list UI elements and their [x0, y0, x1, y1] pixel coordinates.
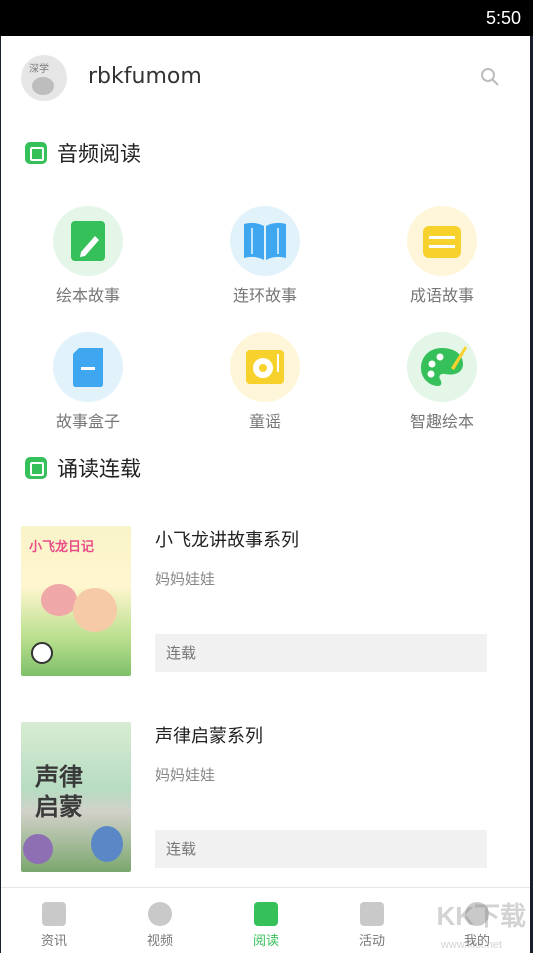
watermark: KK下载: [436, 901, 526, 931]
tab-news[interactable]: 资讯: [1, 888, 107, 953]
story-box-icon: [53, 332, 123, 402]
cover-title: 小飞龙日记: [29, 540, 95, 555]
audio-item-label: 连环故事: [232, 286, 297, 305]
avatar-text: 深学: [29, 64, 49, 75]
palette-icon: [407, 332, 477, 402]
serial-section-icon: [25, 457, 47, 479]
audio-section-icon: [25, 142, 47, 164]
activity-icon: [360, 902, 384, 926]
audio-item-label: 故事盒子: [55, 412, 120, 431]
status-badge: 连载: [155, 634, 487, 672]
open-book-icon: [230, 206, 300, 276]
serial-section-title: 诵读连载: [25, 453, 141, 483]
item-author: 妈妈娃娃: [155, 766, 216, 784]
status-bar: 5:50: [0, 0, 533, 36]
cover-figure: [23, 834, 53, 864]
header: 深学 rbkfumom: [1, 36, 530, 118]
tab-label: 阅读: [252, 934, 279, 949]
tab-video[interactable]: 视频: [107, 888, 213, 953]
app-screen: 深学 rbkfumom 音频阅读 绘本故事 连环故事 成语故事 故事盒子 童谣 …: [1, 36, 530, 953]
audio-section-title: 音频阅读: [25, 138, 141, 168]
reading-icon: [254, 902, 278, 926]
picture-book-icon: [53, 206, 123, 276]
cover-pig: [41, 584, 77, 616]
audio-item-nursery[interactable]: 童谣: [205, 332, 325, 431]
search-icon[interactable]: [479, 66, 501, 88]
tab-label: 活动: [358, 934, 385, 949]
book-cover: 声律启蒙: [21, 722, 131, 872]
item-title[interactable]: 声律启蒙系列: [155, 722, 263, 748]
tab-label: 视频: [146, 934, 173, 949]
audio-item-story-box[interactable]: 故事盒子: [28, 332, 148, 431]
avatar-face: [32, 77, 54, 95]
username: rbkfumom: [88, 64, 202, 89]
news-icon: [42, 902, 66, 926]
cover-title: 声律启蒙: [35, 763, 83, 821]
audio-item-label: 成语故事: [409, 286, 474, 305]
record-player-icon: [230, 332, 300, 402]
cover-ball: [31, 642, 53, 664]
audio-item-label: 绘本故事: [55, 286, 120, 305]
bottom-tab-bar: 资讯 视频 阅读 活动 我的 KK下载 www.kkx.net: [1, 887, 530, 953]
status-badge: 连载: [155, 830, 487, 868]
tab-activity[interactable]: 活动: [319, 888, 425, 953]
status-time: 5:50: [485, 8, 521, 28]
list-item[interactable]: 声律启蒙 声律启蒙系列 妈妈娃娃 连载: [21, 722, 491, 872]
audio-item-idiom[interactable]: 成语故事: [382, 206, 502, 305]
serial-section-label: 诵读连载: [57, 457, 141, 481]
audio-item-picture-book[interactable]: 绘本故事: [28, 206, 148, 305]
item-title[interactable]: 小飞龙讲故事系列: [155, 526, 299, 552]
tab-label: 资讯: [40, 934, 67, 949]
audio-item-serial[interactable]: 连环故事: [205, 206, 325, 305]
list-item[interactable]: 小飞龙日记 小飞龙讲故事系列 妈妈娃娃 连载: [21, 526, 491, 676]
audio-item-label: 童谣: [248, 412, 281, 431]
idiom-stack-icon: [407, 206, 477, 276]
audio-section-label: 音频阅读: [57, 142, 141, 166]
book-cover: 小飞龙日记: [21, 526, 131, 676]
item-author: 妈妈娃娃: [155, 570, 216, 588]
video-icon: [148, 902, 172, 926]
cover-figure: [91, 826, 123, 862]
watermark-url: www.kkx.net: [440, 939, 502, 951]
tab-reading[interactable]: 阅读: [213, 888, 319, 953]
audio-item-smart-book[interactable]: 智趣绘本: [382, 332, 502, 431]
cover-dragon: [73, 588, 117, 632]
avatar[interactable]: 深学: [21, 55, 67, 101]
audio-item-label: 智趣绘本: [409, 412, 474, 431]
